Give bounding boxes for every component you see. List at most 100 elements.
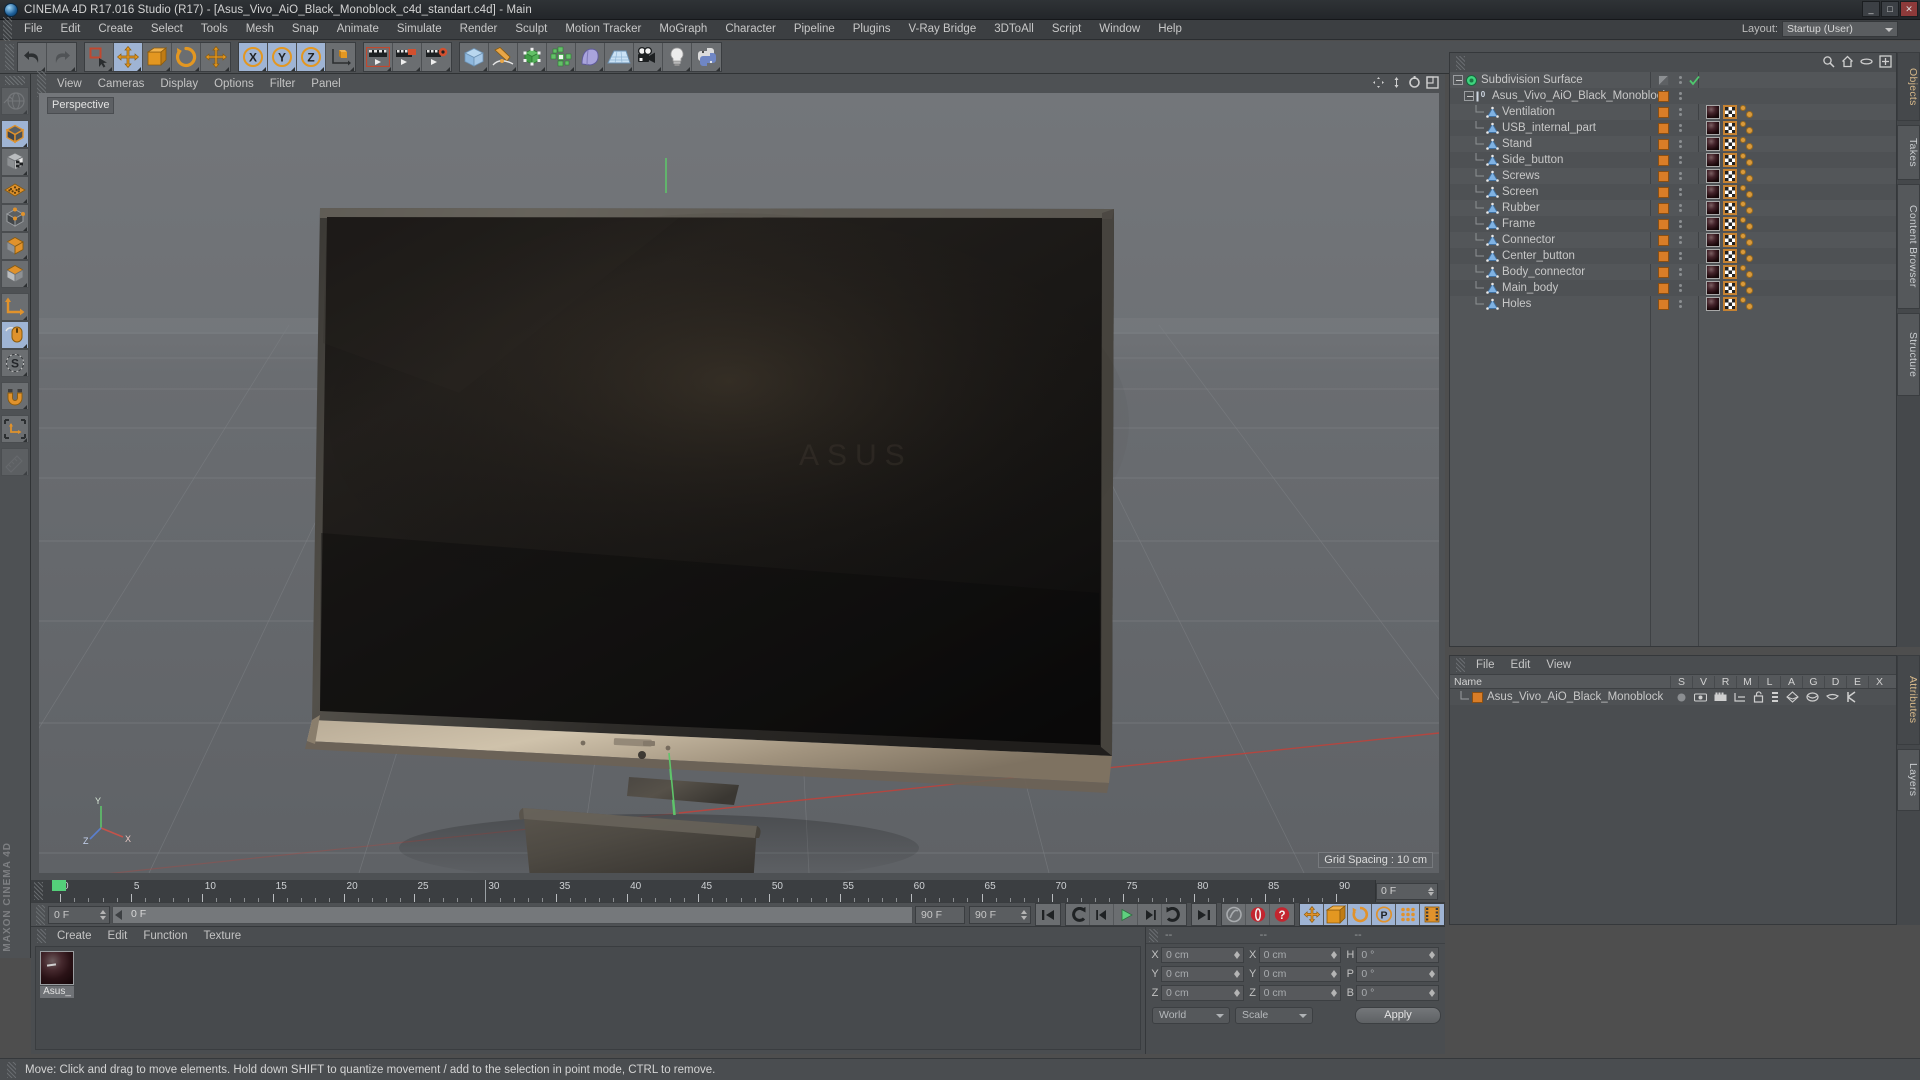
column-header-r[interactable]: R <box>1714 675 1736 688</box>
menu-item-snap[interactable]: Snap <box>283 20 328 39</box>
python-button[interactable] <box>692 43 721 71</box>
move-tool-button[interactable] <box>114 43 143 71</box>
uvw-tag-icon[interactable] <box>1723 297 1737 311</box>
menu-item-select[interactable]: Select <box>142 20 192 39</box>
coord-position-input[interactable]: 0 cm <box>1161 947 1244 963</box>
object-row[interactable]: Body_connector <box>1450 264 1896 280</box>
visibility-dots-icon[interactable] <box>1675 220 1685 228</box>
material-menu-texture[interactable]: Texture <box>195 928 249 945</box>
deformer-toggle-icon[interactable] <box>1806 691 1819 703</box>
expand-collapse-icon[interactable] <box>1453 75 1463 85</box>
visibility-dots-icon[interactable] <box>1675 236 1685 244</box>
animbar-grip-handle[interactable] <box>36 904 45 925</box>
layer-menu-view[interactable]: View <box>1538 657 1579 674</box>
x-axis-button[interactable]: X <box>239 43 268 71</box>
material-item[interactable]: Asus_ <box>40 951 74 998</box>
workplane-tool[interactable] <box>1 415 29 443</box>
add-floor-button[interactable] <box>605 43 634 71</box>
object-layer-color-swatch[interactable] <box>1658 218 1669 230</box>
selection-tag-icon[interactable] <box>1740 297 1755 311</box>
object-row[interactable]: Main_body <box>1450 280 1896 296</box>
column-header-d[interactable]: D <box>1824 675 1846 688</box>
status-bar-grip[interactable] <box>7 1061 16 1078</box>
object-row[interactable]: Screws <box>1450 168 1896 184</box>
selection-tag-icon[interactable] <box>1740 217 1755 231</box>
timeline-playhead[interactable] <box>52 880 66 891</box>
menu-item-simulate[interactable]: Simulate <box>388 20 451 39</box>
visibility-dots-icon[interactable] <box>1675 140 1685 148</box>
magnet-tool[interactable] <box>1 382 29 410</box>
object-layer-color-swatch[interactable] <box>1658 90 1669 102</box>
menu-item-script[interactable]: Script <box>1043 20 1090 39</box>
column-header-s[interactable]: S <box>1670 675 1692 688</box>
object-row[interactable]: Rubber <box>1450 200 1896 216</box>
visibility-dots-icon[interactable] <box>1675 188 1685 196</box>
coord-size-input[interactable]: 0 cm <box>1258 966 1342 982</box>
axis-mode[interactable] <box>1 293 29 321</box>
object-row[interactable]: Center_button <box>1450 248 1896 264</box>
keyframe-help-button[interactable]: ? <box>1270 904 1294 925</box>
viewport-menu-filter[interactable]: Filter <box>262 75 304 93</box>
menu-grip-handle[interactable] <box>3 16 12 43</box>
next-key-button[interactable] <box>1162 904 1186 925</box>
menu-item-tools[interactable]: Tools <box>192 20 237 39</box>
visibility-dots-icon[interactable] <box>1675 108 1685 116</box>
coordinates-grip[interactable] <box>1149 928 1158 942</box>
uvw-tag-icon[interactable] <box>1723 185 1737 199</box>
selection-tag-icon[interactable] <box>1740 233 1755 247</box>
viewport-3d-canvas[interactable]: Perspective ASUS Y X Z Grid Spacing: 10… <box>39 93 1439 873</box>
object-mode[interactable] <box>1 260 29 288</box>
viewport-menu-options[interactable]: Options <box>206 75 262 93</box>
material-tag-icon[interactable] <box>1706 105 1720 119</box>
selection-tag-icon[interactable] <box>1740 249 1755 263</box>
side-tab-objects[interactable]: Objects <box>1897 52 1920 121</box>
selection-tag-icon[interactable] <box>1740 169 1755 183</box>
close-button[interactable]: ✕ <box>1900 1 1918 17</box>
visibility-dots-icon[interactable] <box>1675 284 1685 292</box>
play-button[interactable] <box>1114 904 1138 925</box>
material-tag-icon[interactable] <box>1706 185 1720 199</box>
menu-item-sculpt[interactable]: Sculpt <box>506 20 556 39</box>
material-menu-edit[interactable]: Edit <box>100 928 136 945</box>
material-tag-icon[interactable] <box>1706 265 1720 279</box>
apply-button[interactable]: Apply <box>1355 1007 1441 1024</box>
step-forward-button[interactable] <box>1138 904 1162 925</box>
object-tree[interactable]: Subdivision Surface 0 Asus_Vivo_AiO_Black_… <box>1450 72 1896 646</box>
add-bend-button[interactable] <box>576 43 605 71</box>
time-slider[interactable]: 0 F <box>112 905 913 924</box>
object-row[interactable]: Stand <box>1450 136 1896 152</box>
selection-tag-icon[interactable] <box>1740 185 1755 199</box>
menu-item-edit[interactable]: Edit <box>52 20 90 39</box>
material-tag-icon[interactable] <box>1706 153 1720 167</box>
menu-item-create[interactable]: Create <box>89 20 142 39</box>
menu-item-character[interactable]: Character <box>716 20 785 39</box>
rotate-tool-button[interactable] <box>172 43 201 71</box>
object-row[interactable]: 0 Asus_Vivo_AiO_Black_Monoblock <box>1450 88 1896 104</box>
menu-item-3dtoall[interactable]: 3DToAll <box>985 20 1043 39</box>
coord-size-input[interactable]: 0 cm <box>1258 947 1342 963</box>
uvw-tag-icon[interactable] <box>1723 153 1737 167</box>
points-mode[interactable] <box>1 176 29 204</box>
side-tab-takes[interactable]: Takes <box>1897 125 1920 180</box>
previous-key-button[interactable] <box>1066 904 1090 925</box>
menu-item-help[interactable]: Help <box>1149 20 1191 39</box>
side-tab-attributes[interactable]: Attributes <box>1897 655 1920 745</box>
manager-toggle-icon[interactable] <box>1734 692 1746 703</box>
selection-tag-icon[interactable] <box>1740 105 1755 119</box>
object-layer-color-swatch[interactable] <box>1658 122 1669 134</box>
viewport-menu-panel[interactable]: Panel <box>303 75 348 93</box>
record-scale-button[interactable] <box>1324 904 1348 925</box>
viewport-menu-cameras[interactable]: Cameras <box>90 75 153 93</box>
uvw-tag-icon[interactable] <box>1723 233 1737 247</box>
uvw-tag-icon[interactable] <box>1723 137 1737 151</box>
add-array-button[interactable] <box>547 43 576 71</box>
layout-select[interactable]: Startup (User) <box>1782 21 1898 37</box>
object-row[interactable]: Ventilation <box>1450 104 1896 120</box>
texture-mode[interactable] <box>1 148 29 176</box>
xref-toggle-icon[interactable] <box>1846 691 1858 703</box>
lock-toggle-icon[interactable] <box>1753 691 1764 703</box>
snap-toggle[interactable]: S <box>1 349 29 377</box>
animation-toggle-icon[interactable] <box>1771 691 1779 703</box>
add-cube-button[interactable] <box>460 43 489 71</box>
visibility-dots-icon[interactable] <box>1675 252 1685 260</box>
